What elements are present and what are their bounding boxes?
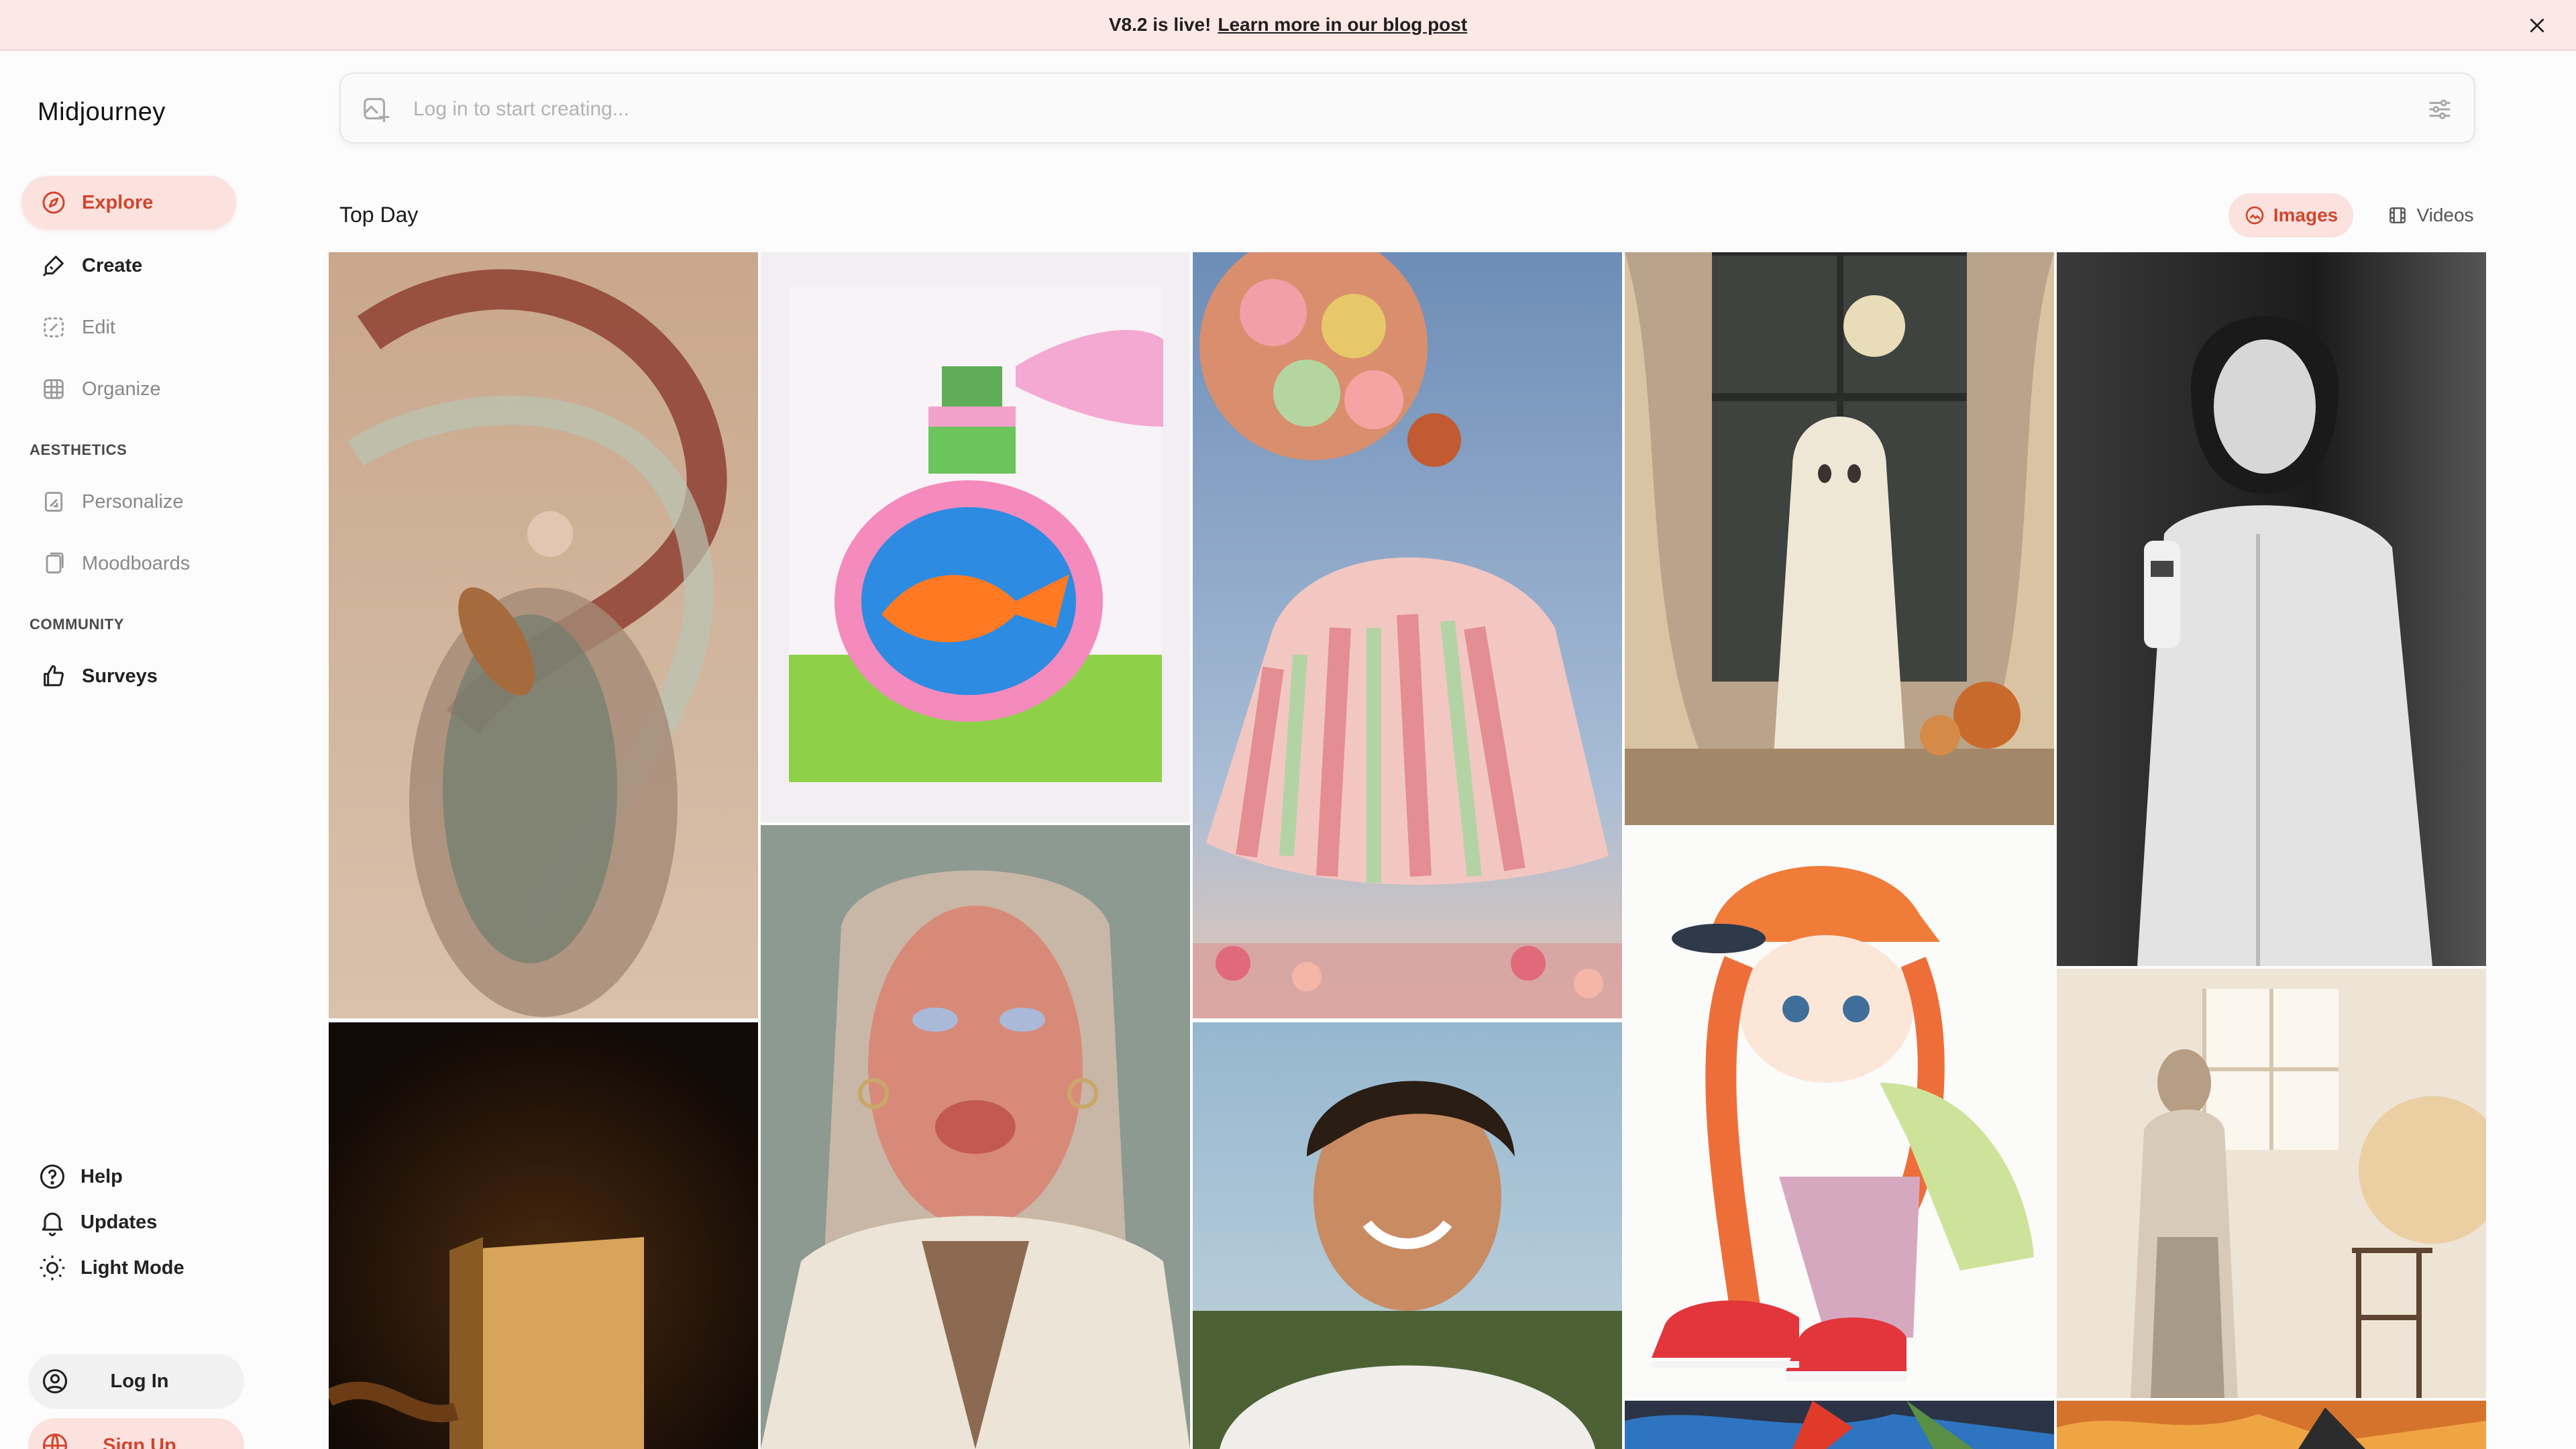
- gallery-image-bw-portrait[interactable]: [2057, 252, 2486, 966]
- close-icon: [2530, 18, 2544, 33]
- nav-moodboards[interactable]: Moodboards: [21, 537, 236, 590]
- perfume-image: [761, 252, 1190, 822]
- doorway-image: [329, 1022, 758, 1449]
- user-circle-icon: [42, 1368, 68, 1394]
- tab-images-label: Images: [2273, 205, 2339, 225]
- gallery-image-watercolor-woman[interactable]: [2057, 969, 2486, 1398]
- gallery-image-fiery-partial[interactable]: [2057, 1401, 2486, 1449]
- tab-videos[interactable]: Videos: [2368, 193, 2493, 237]
- gallery-image-glossy-face[interactable]: [761, 825, 1190, 1449]
- brush-icon: [42, 256, 64, 277]
- nav-organize-label: Organize: [82, 378, 161, 400]
- log-in-button[interactable]: Log In: [28, 1354, 244, 1409]
- gallery-image-doorway[interactable]: [329, 1022, 758, 1449]
- nav-edit[interactable]: Edit: [21, 301, 236, 354]
- nav-create-label: Create: [82, 254, 143, 276]
- prompt-bar: [339, 72, 2475, 144]
- bw-portrait-image: [2057, 252, 2486, 966]
- updates-label: Updates: [80, 1211, 158, 1233]
- globe-icon: [42, 1433, 68, 1449]
- smiling-boy-image: [1193, 1022, 1622, 1449]
- gallery-image-pastel-dress[interactable]: [1193, 252, 1622, 1018]
- thumbs-up-icon: [44, 665, 64, 686]
- nav-surveys-label: Surveys: [82, 665, 158, 687]
- updates-link[interactable]: Updates: [38, 1203, 157, 1241]
- grid-icon: [44, 379, 64, 399]
- gallery-image-smiling-boy[interactable]: [1193, 1022, 1622, 1449]
- add-image-icon[interactable]: [361, 94, 392, 125]
- gallery-image-ghost[interactable]: [1625, 252, 2054, 825]
- tab-videos-label: Videos: [2416, 205, 2474, 225]
- banner-blog-link[interactable]: Learn more in our blog post: [1218, 14, 1467, 36]
- help-icon: [40, 1164, 65, 1189]
- prompt-input[interactable]: [413, 93, 2359, 126]
- ghost-image: [1625, 252, 2054, 825]
- sun-icon: [40, 1255, 65, 1281]
- personalize-icon: [44, 492, 63, 512]
- compass-icon: [42, 191, 65, 214]
- help-label: Help: [80, 1165, 123, 1187]
- nav-surveys[interactable]: Surveys: [21, 649, 236, 703]
- nav-personalize[interactable]: Personalize: [21, 475, 236, 529]
- sidebar: Midjourney Explore Create Edit Organize …: [0, 51, 315, 1449]
- edit-icon: [44, 317, 64, 337]
- nav-explore[interactable]: Explore: [21, 176, 236, 229]
- light-mode-toggle[interactable]: Light Mode: [38, 1249, 184, 1287]
- moodboard-icon: [46, 552, 64, 574]
- nav-organize[interactable]: Organize: [21, 362, 236, 416]
- nav-create[interactable]: Create: [21, 239, 236, 292]
- nav-personalize-label: Personalize: [82, 490, 184, 513]
- tab-images[interactable]: Images: [2229, 193, 2353, 237]
- gallery-image-colorful-partial[interactable]: [1625, 1401, 2054, 1449]
- settings-sliders-icon[interactable]: [2424, 94, 2455, 125]
- feed-title: Top Day: [339, 203, 419, 227]
- help-link[interactable]: Help: [38, 1158, 123, 1195]
- announcement-banner: V8.2 is live! Learn more in our blog pos…: [0, 0, 2576, 51]
- pastel-dress-image: [1193, 252, 1622, 1018]
- glossy-face-image: [761, 825, 1190, 1449]
- gallery-image-anime-girl[interactable]: [1625, 828, 2054, 1398]
- community-header: COMMUNITY: [30, 616, 125, 633]
- fiery-partial-image: [2057, 1401, 2486, 1449]
- nav-edit-label: Edit: [82, 316, 115, 338]
- aesthetics-header: AESTHETICS: [30, 441, 127, 458]
- nav-explore-label: Explore: [82, 191, 154, 213]
- image-icon: [2245, 206, 2264, 225]
- anime-girl-image: [1625, 828, 2054, 1398]
- film-icon: [2390, 207, 2406, 223]
- dancer-image: [329, 252, 758, 1018]
- nav-moodboards-label: Moodboards: [82, 552, 191, 574]
- colorful-partial-image: [1625, 1401, 2054, 1449]
- bell-icon: [42, 1212, 63, 1236]
- gallery-image-dancer[interactable]: [329, 252, 758, 1018]
- sign-up-button[interactable]: Sign Up: [28, 1418, 244, 1449]
- gallery-image-perfume[interactable]: [761, 252, 1190, 822]
- banner-message: V8.2 is live!: [1108, 14, 1212, 35]
- banner-close-button[interactable]: [2524, 12, 2551, 39]
- watercolor-woman-image: [2057, 969, 2486, 1398]
- light-mode-label: Light Mode: [80, 1256, 184, 1279]
- app-logo[interactable]: Midjourney: [38, 98, 166, 127]
